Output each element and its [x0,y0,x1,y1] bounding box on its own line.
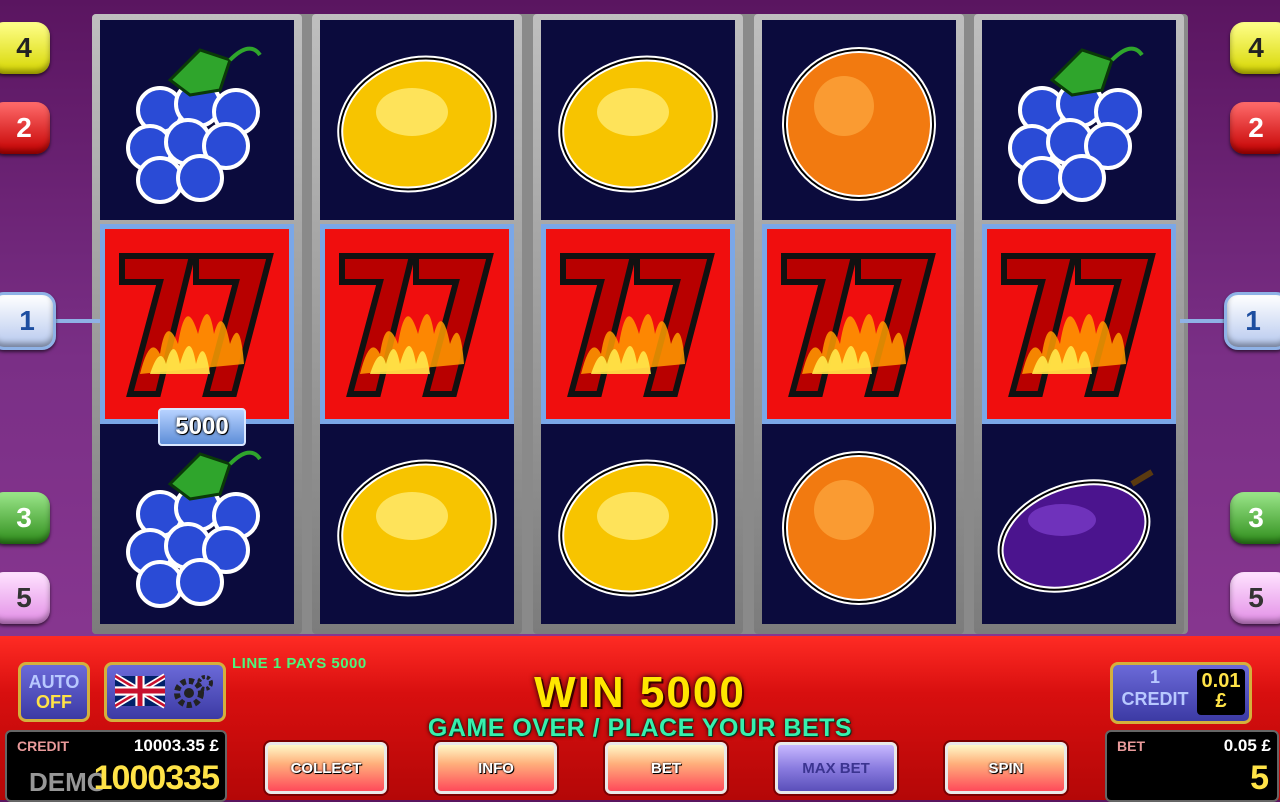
bet-button[interactable]: BET [605,742,727,794]
plum-icon [997,469,1154,593]
bet-display: BET 0.05 £ 5 [1105,730,1279,802]
line-button-5-right[interactable]: 5 [1230,572,1280,624]
credit-display: CREDIT 10003.35 £ DEMO 1000335 [5,730,227,802]
reel-3 [533,14,743,634]
autoplay-label: AUTO [28,672,80,692]
reel-5-row-2 [982,224,1176,424]
collect-button[interactable]: COLLECT [265,742,387,794]
max-bet-button[interactable]: MAX BET [775,742,897,794]
denomination-count: 1 [1149,667,1160,687]
grapes-icon [1008,46,1144,204]
autoplay-state: OFF [36,692,72,712]
win-message: WIN 5000 [534,668,746,717]
line-button-5-left[interactable]: 5 [0,572,50,624]
grapes-icon [126,450,262,608]
reel-4-row-3 [762,424,956,624]
bet-amount: 5 [1250,759,1269,797]
line-button-4-left[interactable]: 4 [0,22,50,74]
reel-1-row-1 [100,20,294,220]
lemon-icon [337,459,497,597]
game-status-message: GAME OVER / PLACE YOUR BETS [427,714,853,742]
bet-money: 0.05 £ [1223,736,1271,755]
uk-flag-icon [115,673,165,709]
denomination-button[interactable]: 1 CREDIT 0.01 £ [1110,662,1252,724]
reel-4-row-1 [762,20,956,220]
flaming-seven-icon [560,253,715,397]
flaming-seven-icon [1001,253,1156,397]
reel-5-row-3 [982,424,1176,624]
reel-1-row-2 [100,224,294,424]
grapes-icon [126,46,262,204]
gear-icon [174,675,213,708]
reel-2-row-1 [320,20,514,220]
reel-4 [754,14,964,634]
line-button-1-left[interactable]: 1 [0,292,56,350]
reel-3-row-3 [541,424,735,624]
denomination-label: CREDIT [1121,689,1189,709]
denomination-currency: £ [1215,690,1227,712]
reel-5 [974,14,1184,634]
orange-icon [782,47,936,201]
line-button-3-right[interactable]: 3 [1230,492,1280,544]
credit-amount: 1000335 [93,759,220,797]
reel-5-row-1 [982,20,1176,220]
credit-label: CREDIT [17,738,70,754]
reel-1 [92,14,302,634]
reel-3-row-1 [541,20,735,220]
reel-2 [312,14,522,634]
line-button-3-left[interactable]: 3 [0,492,50,544]
reel-area [92,14,1188,634]
win-amount-badge: 5000 [158,408,246,446]
info-button[interactable]: INFO [435,742,557,794]
reel-4-row-2 [762,224,956,424]
reel-1-row-3 [100,424,294,624]
lemon-icon [558,459,718,597]
line-button-2-left[interactable]: 2 [0,102,50,154]
reel-2-row-2 [320,224,514,424]
flaming-seven-icon [339,253,494,397]
lemon-icon [337,55,497,193]
language-settings-button[interactable] [104,662,226,722]
reel-3-row-2 [541,224,735,424]
line-button-4-right[interactable]: 4 [1230,22,1280,74]
flaming-seven-icon [119,253,274,397]
reel-2-row-3 [320,424,514,624]
spin-button[interactable]: SPIN [945,742,1067,794]
flaming-seven-icon [781,253,936,397]
denomination-value: 0.01 [1201,670,1241,692]
line-button-2-right[interactable]: 2 [1230,102,1280,154]
orange-icon [782,451,936,605]
lemon-icon [558,55,718,193]
denomination-value-box: 0.01 £ [1197,669,1245,715]
line-button-1-right[interactable]: 1 [1224,292,1280,350]
bet-label: BET [1117,738,1145,754]
credit-money: 10003.35 £ [133,736,219,755]
autoplay-button[interactable]: AUTO OFF [18,662,90,722]
